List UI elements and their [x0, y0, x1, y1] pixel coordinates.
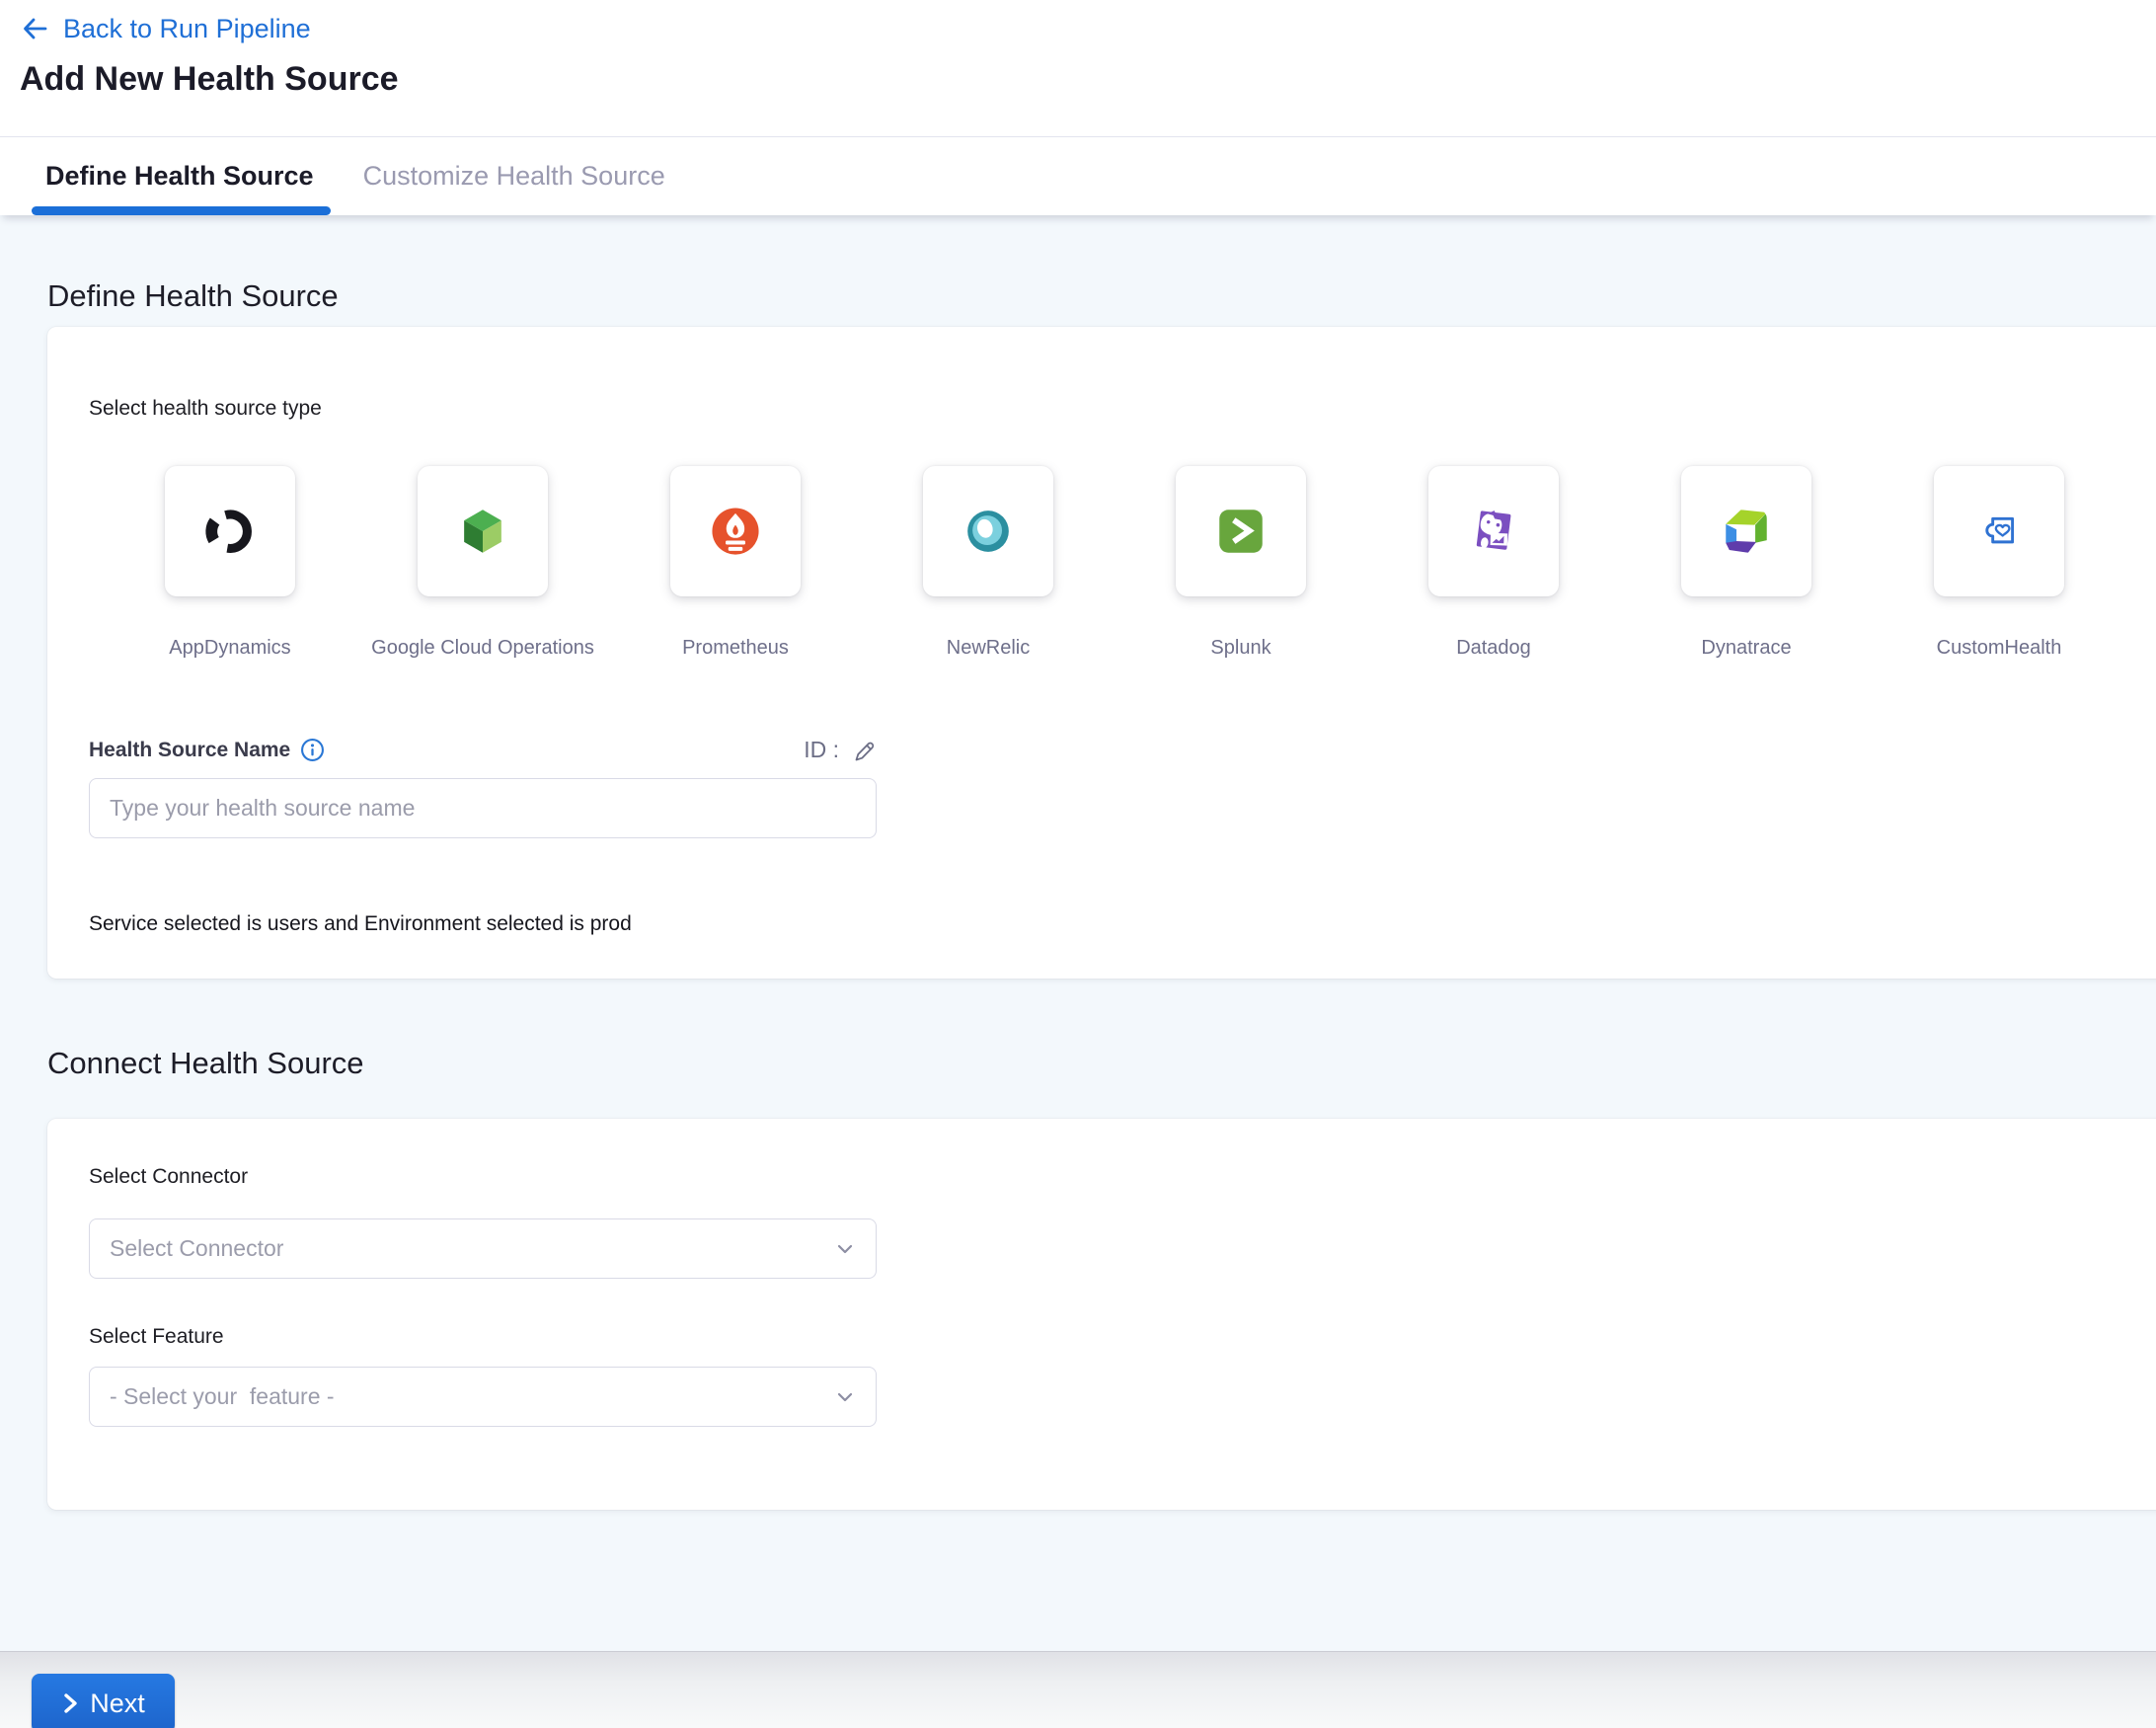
back-to-run-pipeline-link[interactable]: Back to Run Pipeline	[20, 12, 311, 45]
source-label: Splunk	[1210, 636, 1270, 660]
google-cloud-operations-icon	[454, 503, 511, 560]
feature-dropdown-placeholder: - Select your feature -	[110, 1383, 335, 1410]
select-connector-label: Select Connector	[89, 1164, 2128, 1189]
select-feature-label: Select Feature	[89, 1324, 2128, 1349]
datadog-icon	[1465, 503, 1522, 560]
back-link-label: Back to Run Pipeline	[63, 14, 311, 44]
main-content: Define Health Source Select health sourc…	[0, 215, 2156, 1651]
page-title: Add New Health Source	[20, 59, 2156, 99]
source-option-prometheus: Prometheus	[609, 466, 862, 660]
source-label: NewRelic	[947, 636, 1030, 660]
chevron-down-icon	[832, 1236, 858, 1262]
source-label: Datadog	[1456, 636, 1531, 660]
connector-dropdown[interactable]: Select Connector	[89, 1218, 877, 1279]
dynatrace-tile[interactable]	[1681, 466, 1811, 596]
source-option-customhealth: CustomHealth	[1873, 466, 2125, 660]
connect-section-heading: Connect Health Source	[47, 1046, 2156, 1081]
health-source-name-row: Health Source Name ID :	[89, 737, 877, 763]
chevron-right-icon	[61, 1691, 79, 1715]
prometheus-tile[interactable]	[670, 466, 801, 596]
newrelic-icon	[960, 503, 1017, 560]
chevron-down-icon	[832, 1384, 858, 1410]
splunk-tile[interactable]	[1176, 466, 1306, 596]
source-label: Dynatrace	[1701, 636, 1791, 660]
splunk-icon	[1212, 503, 1270, 560]
page-header: Back to Run Pipeline Add New Health Sour…	[0, 0, 2156, 215]
id-prefix-label: ID :	[804, 737, 839, 763]
appdynamics-icon	[201, 503, 259, 560]
define-health-source-card: Select health source type AppDynamics	[47, 327, 2156, 979]
edit-id-icon[interactable]	[851, 738, 877, 763]
datadog-tile[interactable]	[1428, 466, 1559, 596]
google-cloud-operations-tile[interactable]	[418, 466, 548, 596]
source-label: CustomHealth	[1937, 636, 2062, 660]
source-label: AppDynamics	[169, 636, 290, 660]
feature-dropdown[interactable]: - Select your feature -	[89, 1367, 877, 1427]
connector-dropdown-placeholder: Select Connector	[110, 1235, 283, 1262]
health-source-name-input[interactable]	[89, 778, 877, 838]
connect-health-source-card: Select Connector Select Connector Select…	[47, 1119, 2156, 1510]
define-section-heading: Define Health Source	[47, 215, 2156, 314]
active-tab-underline	[32, 206, 331, 215]
tab-bar: Define Health Source Customize Health So…	[0, 136, 2156, 215]
info-icon[interactable]	[300, 738, 325, 762]
dynatrace-icon	[1718, 503, 1775, 560]
tab-define-health-source[interactable]: Define Health Source	[45, 137, 314, 215]
source-option-newrelic: NewRelic	[862, 466, 1115, 660]
next-button[interactable]: Next	[32, 1674, 175, 1728]
newrelic-tile[interactable]	[923, 466, 1053, 596]
next-button-label: Next	[90, 1689, 145, 1719]
tab-customize-health-source[interactable]: Customize Health Source	[363, 137, 665, 215]
source-label: Prometheus	[682, 636, 789, 660]
customhealth-icon	[1970, 503, 2028, 560]
prometheus-icon	[707, 503, 764, 560]
source-option-appdynamics: AppDynamics	[104, 466, 356, 660]
select-source-type-label: Select health source type	[89, 396, 2128, 421]
source-option-google-cloud-operations: Google Cloud Operations	[356, 466, 609, 660]
health-source-name-label: Health Source Name	[89, 739, 290, 762]
health-source-type-row: AppDynamics Google Cloud Operations	[89, 466, 2128, 660]
service-environment-note: Service selected is users and Environmen…	[89, 911, 2128, 937]
source-option-splunk: Splunk	[1115, 466, 1367, 660]
customhealth-tile[interactable]	[1934, 466, 2064, 596]
back-arrow-icon	[20, 14, 49, 43]
tab-label: Define Health Source	[45, 161, 314, 192]
wizard-footer: Next	[0, 1651, 2156, 1728]
tab-label: Customize Health Source	[363, 161, 665, 192]
source-option-dynatrace: Dynatrace	[1620, 466, 1873, 660]
appdynamics-tile[interactable]	[165, 466, 295, 596]
source-option-datadog: Datadog	[1367, 466, 1620, 660]
source-label: Google Cloud Operations	[371, 636, 594, 660]
